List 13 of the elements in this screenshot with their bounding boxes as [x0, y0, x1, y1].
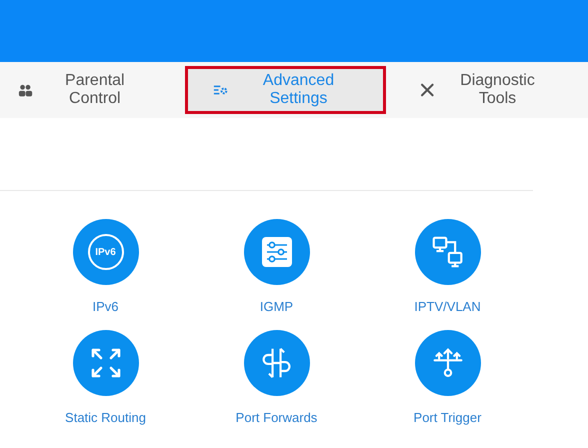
ipv6-icon[interactable]: IPv6 [72, 219, 138, 285]
tab[interactable]: Diagnostic Tools [406, 66, 568, 114]
ipv6-badge: IPv6 [88, 234, 124, 270]
people-icon [18, 83, 33, 97]
feature-label[interactable]: Port Trigger [414, 410, 482, 425]
tab[interactable]: Advanced Settings [185, 66, 386, 114]
feature-label[interactable]: IGMP [260, 299, 294, 314]
feature-label[interactable]: IPv6 [92, 299, 118, 314]
settings-icon [213, 83, 228, 97]
tab[interactable]: Parental Control [4, 66, 166, 114]
feature-label[interactable]: Static Routing [65, 410, 146, 425]
feature-label[interactable]: Port Forwards [236, 410, 318, 425]
feature-label[interactable]: IPTV/VLAN [414, 299, 481, 314]
